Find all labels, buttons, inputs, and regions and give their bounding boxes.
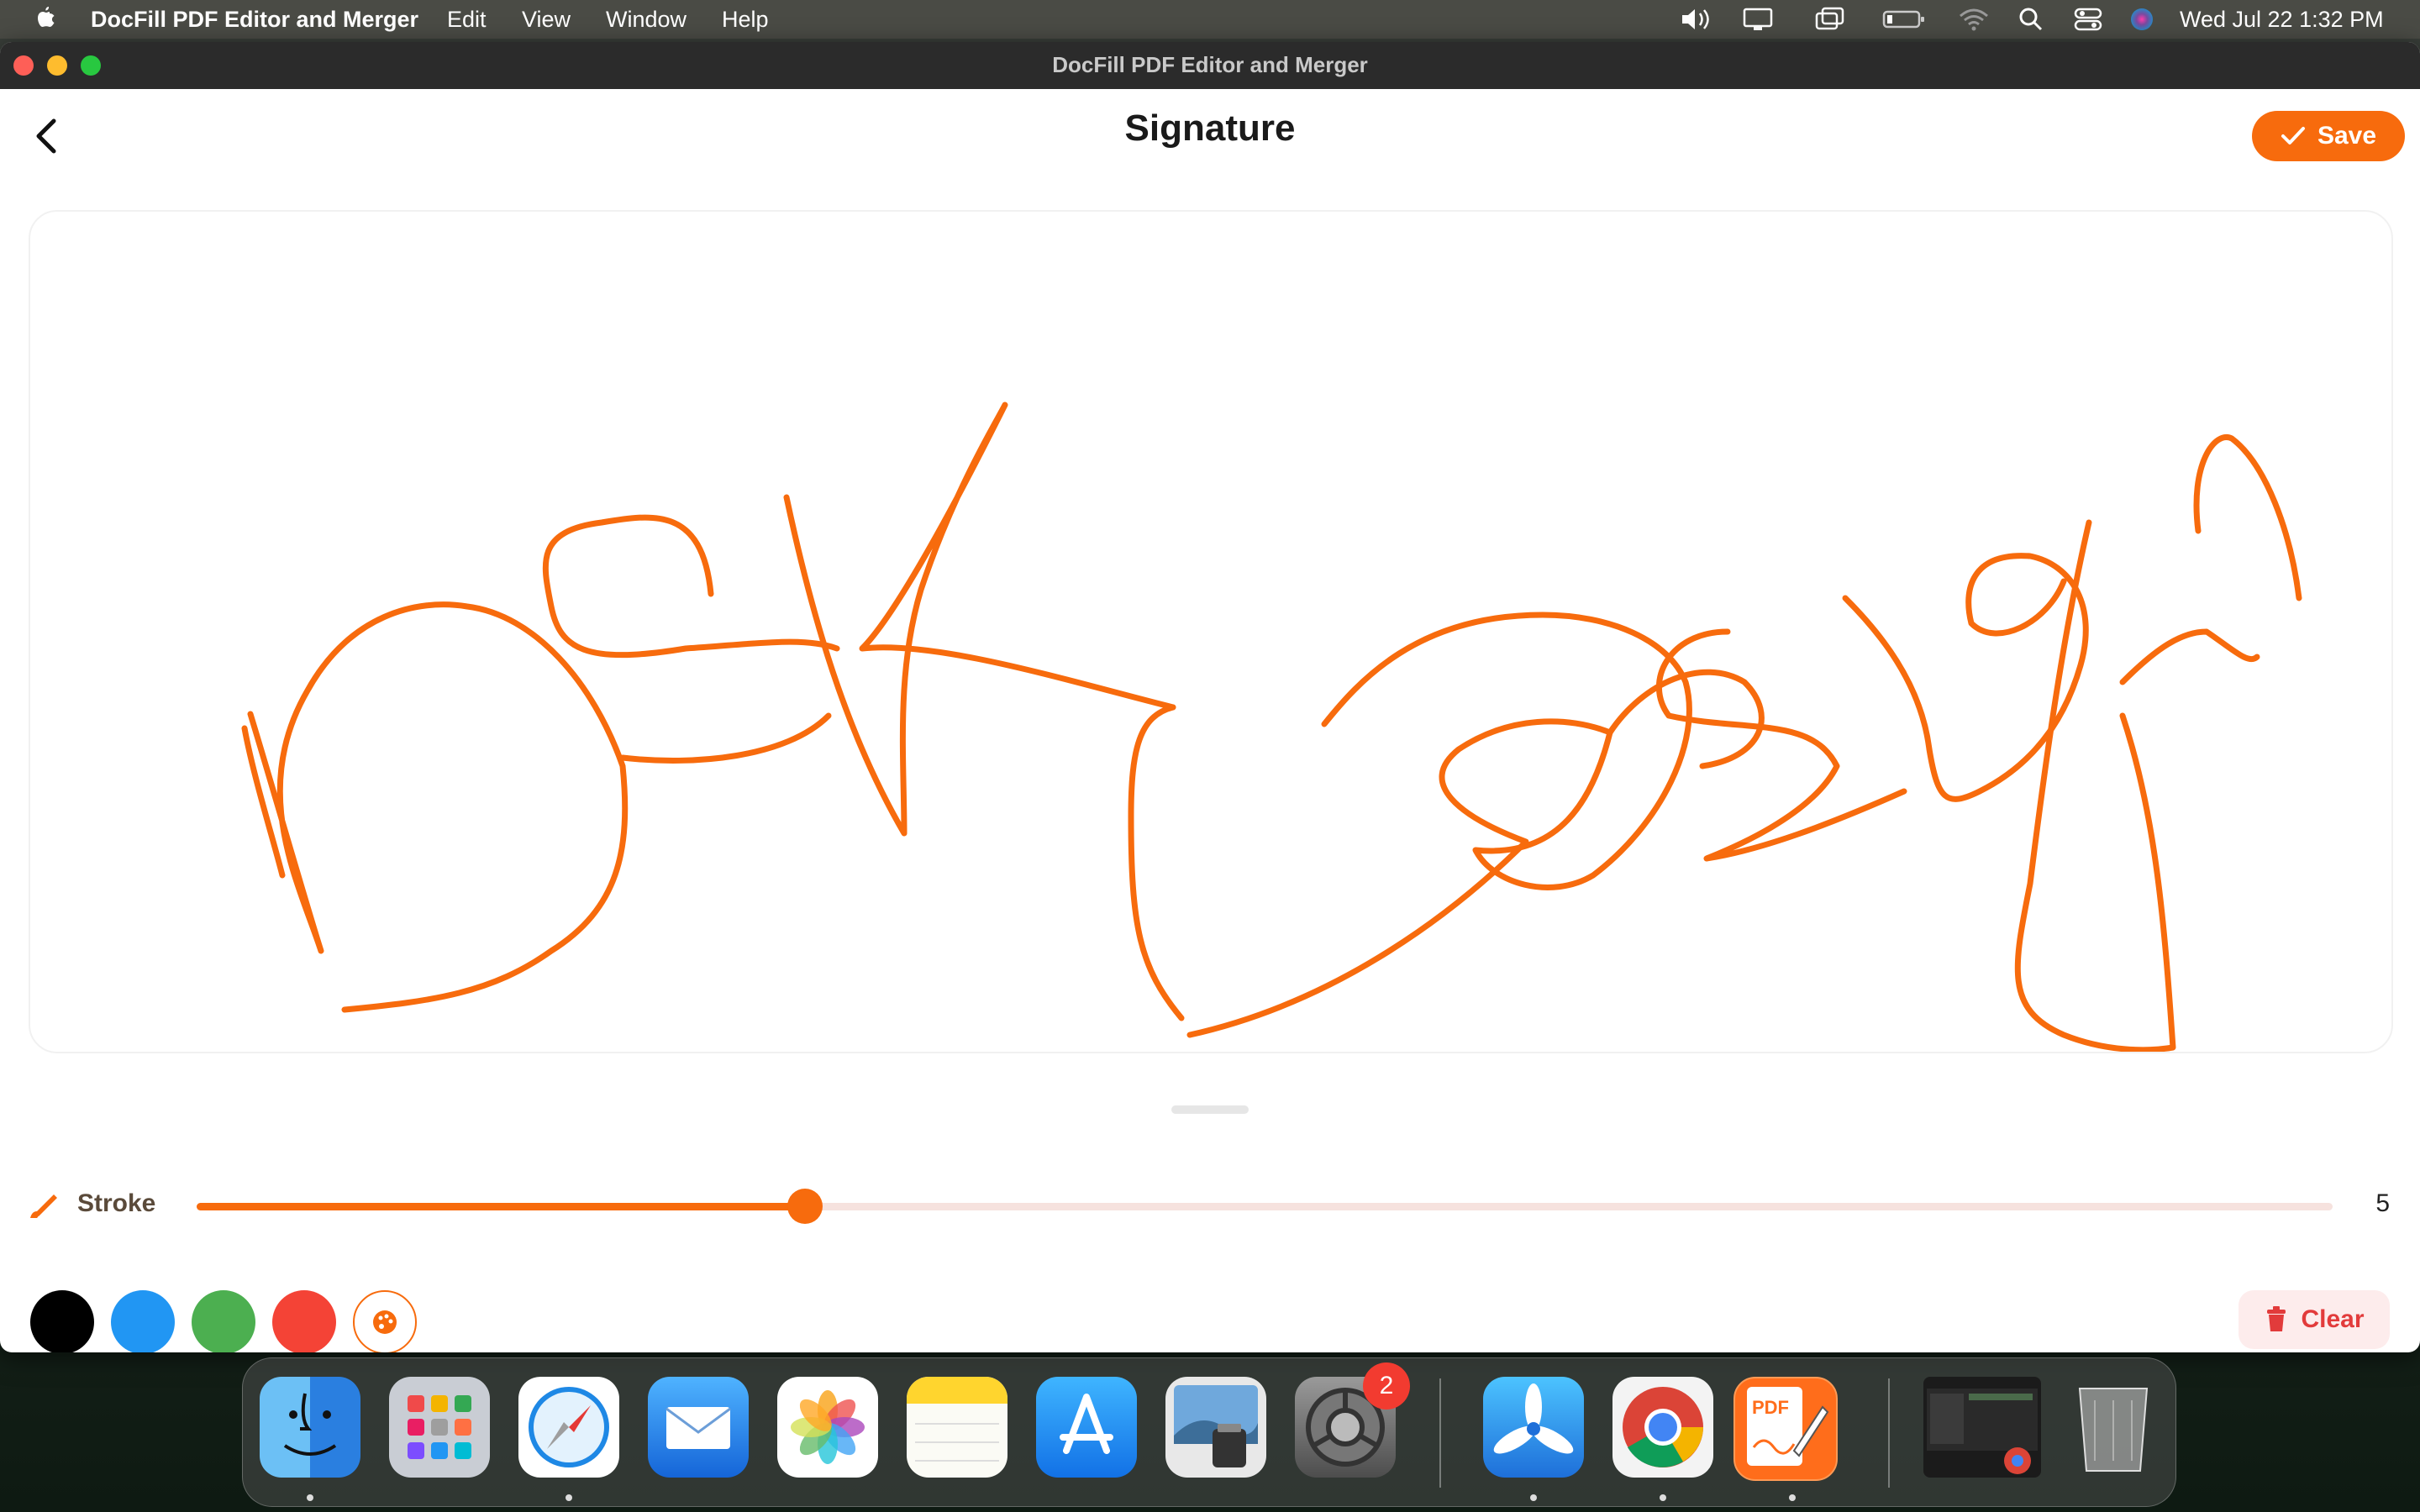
signature-drawing — [241, 402, 2302, 1052]
slider-thumb[interactable] — [787, 1189, 823, 1224]
dock-separator — [1888, 1378, 1890, 1488]
clear-button[interactable]: Clear — [2238, 1290, 2390, 1349]
volume-icon[interactable] — [1679, 7, 1716, 38]
trash-can-icon[interactable] — [2063, 1377, 2164, 1478]
color-swatch-blue[interactable] — [111, 1290, 175, 1352]
safari-icon[interactable] — [518, 1377, 619, 1478]
save-label: Save — [2317, 122, 2377, 150]
running-indicator — [1789, 1494, 1796, 1501]
brush-icon — [29, 1191, 60, 1224]
running-indicator — [307, 1494, 313, 1501]
screen-mirroring-icon[interactable] — [1815, 7, 1845, 38]
window-menu[interactable]: Window — [606, 0, 687, 39]
docfill-icon-text: PDF — [1752, 1397, 1789, 1418]
save-button[interactable]: Save — [2252, 111, 2405, 161]
signature-canvas[interactable] — [29, 210, 2393, 1053]
stroke-width-slider[interactable] — [197, 1189, 2333, 1224]
view-menu[interactable]: View — [522, 0, 571, 39]
wifi-icon[interactable] — [1958, 7, 1990, 38]
sheet-drag-handle[interactable] — [1171, 1105, 1249, 1114]
chrome-window-thumbnail[interactable] — [1923, 1377, 2041, 1478]
color-swatch-green[interactable] — [192, 1290, 255, 1352]
window-titlebar: DocFill PDF Editor and Merger — [0, 42, 2420, 89]
docfill-icon[interactable]: PDF — [1733, 1377, 1838, 1481]
app-menu[interactable]: DocFill PDF Editor and Merger — [91, 0, 418, 39]
zoom-window-button[interactable] — [81, 55, 101, 76]
minimize-window-button[interactable] — [47, 55, 67, 76]
apple-menu-icon[interactable] — [34, 0, 57, 39]
photos-icon[interactable] — [777, 1377, 878, 1478]
checkmark-icon — [2281, 127, 2305, 144]
help-menu[interactable]: Help — [722, 0, 769, 39]
window-title: DocFill PDF Editor and Merger — [1052, 52, 1368, 77]
page-title: Signature — [1124, 108, 1296, 149]
mail-icon[interactable] — [648, 1377, 749, 1478]
running-indicator — [566, 1494, 572, 1501]
siri-icon[interactable] — [2129, 7, 2154, 38]
display-icon[interactable] — [1743, 7, 1773, 38]
trash-icon — [2267, 1306, 2286, 1331]
color-swatch-black[interactable] — [30, 1290, 94, 1352]
launchpad-icon[interactable] — [389, 1377, 490, 1478]
app-window: DocFill PDF Editor and Merger Signature … — [0, 42, 2420, 1352]
preview-icon[interactable] — [1165, 1377, 1266, 1478]
color-swatch-red[interactable] — [272, 1290, 336, 1352]
app-store-icon[interactable] — [1036, 1377, 1137, 1478]
stroke-value: 5 — [2375, 1189, 2390, 1217]
finder-icon[interactable] — [260, 1377, 360, 1478]
control-center-icon[interactable] — [2074, 7, 2102, 38]
running-indicator — [1660, 1494, 1666, 1501]
custom-color-button[interactable] — [353, 1290, 417, 1352]
battery-icon[interactable] — [1882, 7, 1926, 38]
running-indicator — [1530, 1494, 1537, 1501]
notification-badge: 2 — [1363, 1362, 1410, 1410]
stroke-label: Stroke — [77, 1189, 156, 1217]
close-window-button[interactable] — [13, 55, 34, 76]
testflight-icon[interactable] — [1483, 1377, 1584, 1478]
palette-icon — [373, 1310, 397, 1334]
spotlight-icon[interactable] — [2018, 7, 2044, 38]
dock: PDF — [242, 1357, 2176, 1507]
dock-separator — [1439, 1378, 1441, 1488]
clear-label: Clear — [2301, 1305, 2365, 1333]
chrome-icon[interactable] — [1612, 1377, 1713, 1478]
slider-fill — [197, 1203, 806, 1210]
menu-bar: DocFill PDF Editor and Merger Edit View … — [0, 0, 2420, 39]
notes-icon[interactable] — [907, 1377, 1007, 1478]
menubar-clock[interactable]: Wed Jul 22 1:32 PM — [2180, 0, 2384, 39]
edit-menu[interactable]: Edit — [447, 0, 487, 39]
color-picker-row: Clear — [0, 1290, 2420, 1352]
stroke-controls: Stroke 5 — [0, 1176, 2420, 1235]
